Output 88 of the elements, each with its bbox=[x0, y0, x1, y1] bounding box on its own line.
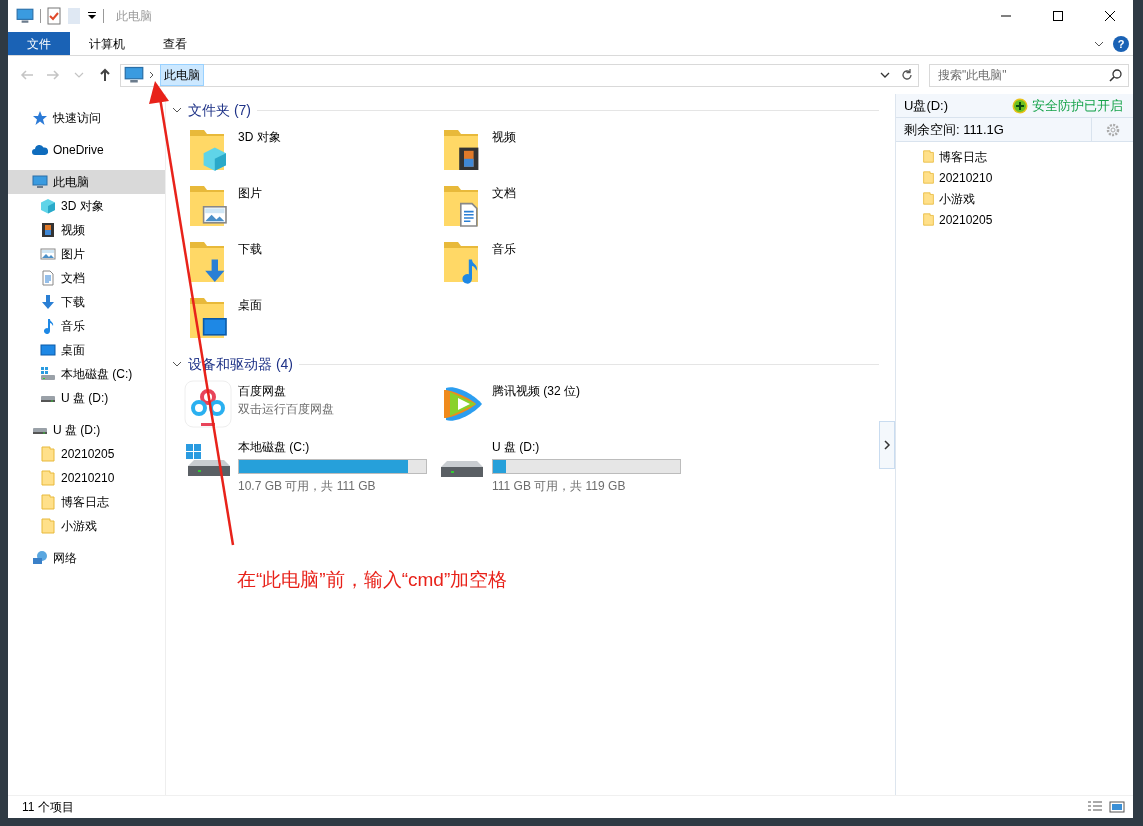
nav-item[interactable]: 小游戏 bbox=[8, 514, 165, 538]
nav-item[interactable]: 本地磁盘 (C:) bbox=[8, 362, 165, 386]
item-count: 11 个项目 bbox=[22, 799, 74, 816]
drive-name: U盘(D:) bbox=[904, 96, 949, 115]
nav-item[interactable]: 图片 bbox=[8, 242, 165, 266]
folder-icon bbox=[922, 192, 935, 205]
drive-name[interactable]: 本地磁盘 (C:) bbox=[238, 438, 427, 456]
properties-icon[interactable] bbox=[47, 7, 61, 25]
details-view-icon[interactable] bbox=[1087, 800, 1103, 814]
plus-icon bbox=[1012, 97, 1028, 114]
chevron-icon bbox=[148, 71, 156, 79]
maximize-icon bbox=[1053, 11, 1063, 21]
search-field[interactable]: 搜索"此电脑" bbox=[929, 63, 1129, 87]
dropdown-icon[interactable] bbox=[87, 11, 97, 21]
ribbon-tab[interactable]: 计算机 bbox=[70, 32, 144, 55]
ribbon-tab[interactable]: 查看 bbox=[144, 32, 206, 55]
folder-icon bbox=[40, 518, 56, 534]
document-icon bbox=[40, 270, 56, 286]
folder-icon bbox=[922, 213, 935, 226]
folder-icon bbox=[922, 150, 935, 163]
network-icon bbox=[32, 550, 48, 566]
item-name[interactable]: 百度网盘 bbox=[238, 382, 334, 400]
nav-item[interactable]: OneDrive bbox=[8, 138, 165, 162]
folder-icon bbox=[40, 494, 56, 510]
folder-item[interactable]: 小游戏 bbox=[896, 188, 1133, 209]
ribbon-tab[interactable]: 文件 bbox=[8, 32, 70, 55]
drive-icon bbox=[440, 460, 484, 478]
nav-item[interactable]: U 盘 (D:) bbox=[8, 418, 165, 442]
item-name[interactable]: 视频 bbox=[492, 128, 516, 146]
item-name[interactable]: 3D 对象 bbox=[238, 128, 281, 146]
close-icon bbox=[1105, 11, 1115, 21]
cloud-app-icon bbox=[184, 380, 232, 428]
monitor-icon bbox=[40, 342, 56, 358]
window-title: 此电脑 bbox=[116, 8, 152, 25]
dropdown-icon[interactable] bbox=[880, 70, 890, 80]
nav-item[interactable]: 此电脑 bbox=[8, 170, 165, 194]
nav-item[interactable]: 网络 bbox=[8, 546, 165, 570]
nav-item[interactable]: 快速访问 bbox=[8, 106, 165, 130]
folder-icon bbox=[40, 470, 56, 486]
item-name[interactable]: 腾讯视频 (32 位) bbox=[492, 382, 580, 400]
refresh-icon[interactable] bbox=[900, 68, 914, 82]
chevron-icon[interactable] bbox=[172, 105, 182, 115]
item-name[interactable]: 文档 bbox=[492, 184, 516, 202]
nav-item[interactable]: 3D 对象 bbox=[8, 194, 165, 218]
cloud-icon bbox=[32, 142, 48, 158]
nav-item[interactable]: 20210205 bbox=[8, 442, 165, 466]
expand-panel-button[interactable] bbox=[879, 420, 895, 469]
search-icon bbox=[1109, 68, 1122, 82]
free-space-text: 剩余空间: 111.1G bbox=[904, 120, 1004, 139]
computer-icon bbox=[16, 7, 34, 25]
folder-item[interactable]: 20210205 bbox=[896, 209, 1133, 230]
nav-item[interactable]: 下载 bbox=[8, 290, 165, 314]
chevron-icon[interactable] bbox=[172, 359, 182, 369]
folder-item[interactable]: 博客日志 bbox=[896, 146, 1133, 167]
nav-item[interactable]: 视频 bbox=[8, 218, 165, 242]
large-icons-view-icon[interactable] bbox=[1109, 800, 1125, 814]
download-icon bbox=[40, 294, 56, 310]
computer-icon bbox=[124, 65, 144, 85]
annotation-text: 在“此电脑”前，输入“cmd”加空格 bbox=[237, 568, 508, 592]
nav-item[interactable]: 博客日志 bbox=[8, 490, 165, 514]
computer-icon bbox=[32, 174, 48, 190]
item-name[interactable]: 图片 bbox=[238, 184, 262, 202]
folder-item[interactable]: 20210210 bbox=[896, 167, 1133, 188]
drive-icon bbox=[40, 366, 56, 382]
folder-icon bbox=[40, 446, 56, 462]
image-icon bbox=[40, 246, 56, 262]
item-name[interactable]: 音乐 bbox=[492, 240, 516, 258]
nav-item[interactable]: 文档 bbox=[8, 266, 165, 290]
settings-icon[interactable] bbox=[1105, 122, 1120, 137]
free-space-text: 10.7 GB 可用，共 111 GB bbox=[238, 478, 377, 495]
address-bar[interactable]: 此电脑 bbox=[120, 63, 919, 87]
film-icon bbox=[40, 222, 56, 238]
nav-item[interactable]: 20210210 bbox=[8, 466, 165, 490]
help-button[interactable]: ? bbox=[1113, 35, 1129, 52]
nav-item[interactable]: U 盘 (D:) bbox=[8, 386, 165, 410]
nav-item[interactable]: 桌面 bbox=[8, 338, 165, 362]
free-space-text: 111 GB 可用，共 119 GB bbox=[492, 478, 627, 495]
drive-name[interactable]: U 盘 (D:) bbox=[492, 438, 681, 456]
item-description: 双击运行百度网盘 bbox=[238, 401, 334, 418]
item-name[interactable]: 下载 bbox=[238, 240, 262, 258]
section-header[interactable]: 文件夹 (7) bbox=[188, 99, 251, 121]
folder-icon bbox=[922, 171, 935, 184]
address-path: 此电脑 bbox=[160, 64, 204, 86]
item-name[interactable]: 桌面 bbox=[238, 296, 262, 314]
star-icon bbox=[32, 110, 48, 126]
nav-item[interactable]: 音乐 bbox=[8, 314, 165, 338]
cube-icon bbox=[40, 198, 56, 214]
chevron-right-icon bbox=[883, 439, 891, 450]
